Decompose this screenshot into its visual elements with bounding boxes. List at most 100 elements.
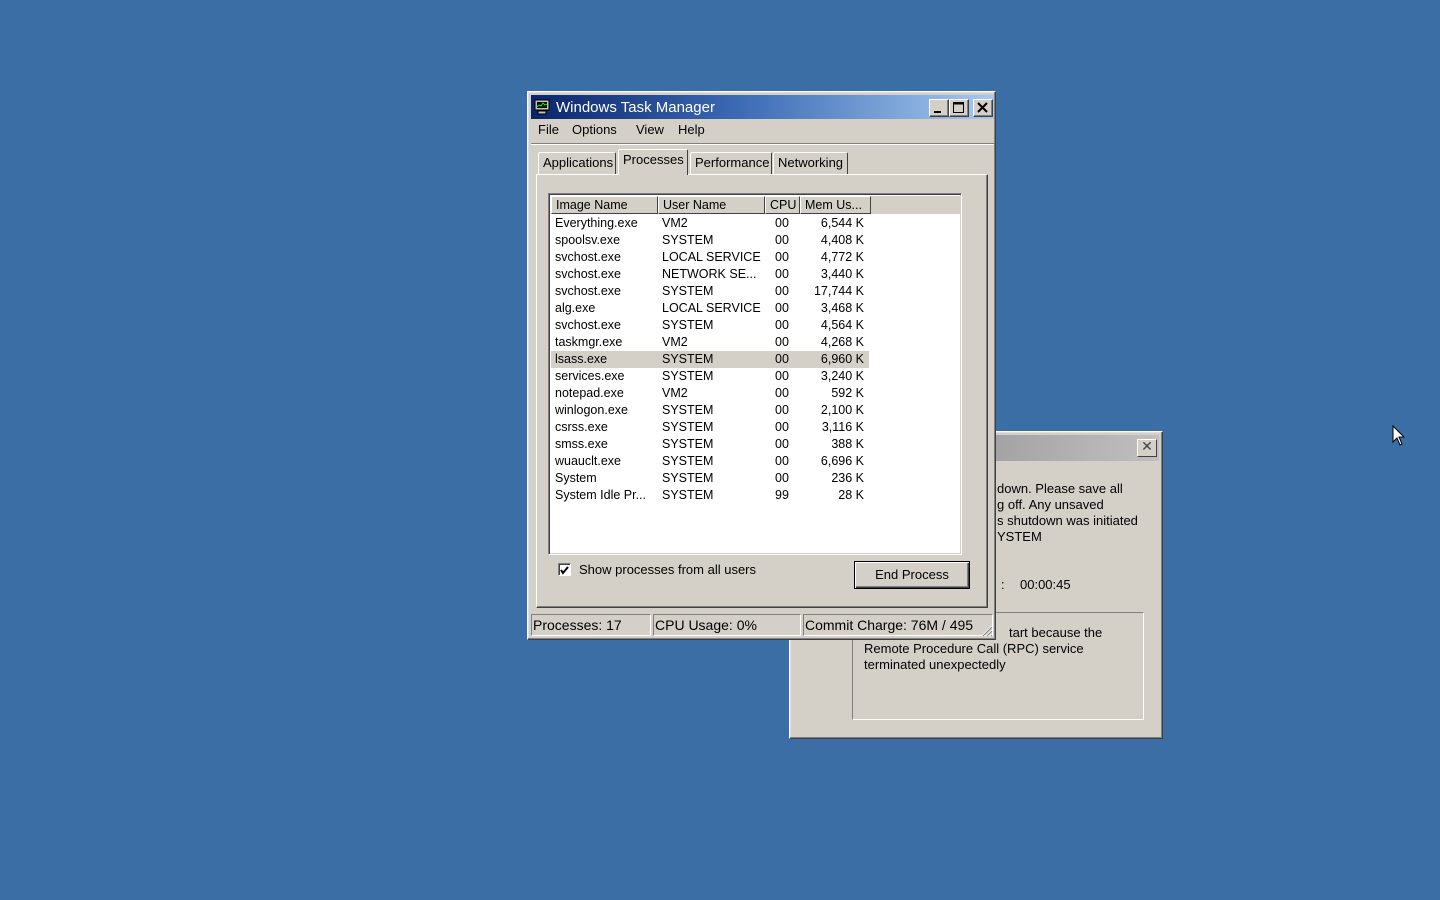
process-cpu: 00 <box>775 471 789 485</box>
process-mem-usage: 17,744 K <box>813 284 864 298</box>
process-cpu: 00 <box>775 352 789 366</box>
process-image-name: Everything.exe <box>555 216 638 230</box>
table-row[interactable]: System SYSTEM 00 236 K <box>551 470 869 487</box>
menu-file[interactable]: File <box>538 122 559 137</box>
process-mem-usage: 6,696 K <box>820 454 864 468</box>
process-user-name: SYSTEM <box>662 318 714 332</box>
column-header-mem-usage[interactable]: Mem Us... <box>800 196 871 214</box>
process-cpu: 00 <box>775 437 789 451</box>
process-mem-usage: 3,116 K <box>821 420 864 434</box>
process-cpu: 00 <box>775 267 789 281</box>
table-row[interactable]: svchost.exe LOCAL SERVICE 00 4,772 K <box>551 249 869 266</box>
process-mem-usage: 592 K <box>831 386 864 400</box>
process-cpu: 00 <box>775 403 789 417</box>
task-manager-icon <box>534 99 550 115</box>
process-user-name: SYSTEM <box>662 284 714 298</box>
process-user-name: VM2 <box>662 335 688 349</box>
process-list[interactable]: Image Name User Name CPU Mem Us... Every… <box>548 193 962 555</box>
status-commit-charge: Commit Charge: 76M / 495 <box>803 614 993 636</box>
menu-help[interactable]: Help <box>678 122 705 137</box>
column-header-cpu[interactable]: CPU <box>765 196 800 214</box>
window-title: Windows Task Manager <box>556 99 715 116</box>
process-image-name: notepad.exe <box>555 386 624 400</box>
process-image-name: svchost.exe <box>555 267 622 281</box>
process-cpu: 00 <box>775 369 789 383</box>
show-all-users-label: Show processes from all users <box>579 562 757 577</box>
process-mem-usage: 4,408 K <box>820 233 864 247</box>
checkmark-icon <box>560 566 569 575</box>
maximize-button[interactable] <box>949 99 969 117</box>
shutdown-dialog-close-button[interactable]: ✕ <box>1137 439 1157 457</box>
table-row[interactable]: services.exe SYSTEM 00 3,240 K <box>551 368 869 385</box>
column-header-image-name[interactable]: Image Name <box>551 196 658 214</box>
table-row[interactable]: notepad.exe VM2 00 592 K <box>551 385 869 402</box>
process-mem-usage: 4,564 K <box>820 318 864 332</box>
process-user-name: SYSTEM <box>662 403 714 417</box>
process-user-name: SYSTEM <box>662 471 714 485</box>
table-row[interactable]: System Idle Pr... SYSTEM 99 28 K <box>551 487 869 504</box>
tab-applications[interactable]: Applications <box>538 152 616 174</box>
minimize-icon <box>934 111 941 113</box>
table-row[interactable]: csrss.exe SYSTEM 00 3,116 K <box>551 419 869 436</box>
table-row[interactable]: alg.exe LOCAL SERVICE 00 3,468 K <box>551 300 869 317</box>
process-user-name: LOCAL SERVICE <box>662 250 761 264</box>
process-cpu: 00 <box>775 318 789 332</box>
close-icon <box>977 102 988 113</box>
process-image-name: csrss.exe <box>555 420 608 434</box>
resize-grip-icon[interactable] <box>979 623 993 637</box>
process-cpu: 00 <box>775 233 789 247</box>
menu-view[interactable]: View <box>636 122 664 137</box>
table-row[interactable]: wuauclt.exe SYSTEM 00 6,696 K <box>551 453 869 470</box>
process-user-name: NETWORK SE... <box>662 267 757 281</box>
process-cpu: 00 <box>775 420 789 434</box>
process-user-name: SYSTEM <box>662 437 714 451</box>
process-image-name: wuauclt.exe <box>555 454 622 468</box>
process-image-name: svchost.exe <box>555 250 622 264</box>
table-row[interactable]: spoolsv.exe SYSTEM 00 4,408 K <box>551 232 869 249</box>
table-row[interactable]: winlogon.exe SYSTEM 00 2,100 K <box>551 402 869 419</box>
table-row[interactable]: svchost.exe SYSTEM 00 17,744 K <box>551 283 869 300</box>
table-row[interactable]: lsass.exe SYSTEM 00 6,960 K <box>551 351 869 368</box>
end-process-button[interactable]: End Process <box>854 561 970 589</box>
close-button[interactable] <box>973 99 993 117</box>
task-manager-window: Windows Task Manager File Options View H… <box>527 91 996 640</box>
tab-performance[interactable]: Performance <box>690 152 772 174</box>
process-mem-usage: 3,240 K <box>820 369 864 383</box>
shutdown-reason-line: Remote Procedure Call (RPC) service <box>864 641 1084 656</box>
table-row[interactable]: taskmgr.exe VM2 00 4,268 K <box>551 334 869 351</box>
shutdown-reason-line: terminated unexpectedly <box>864 657 1006 672</box>
menu-separator <box>531 143 994 145</box>
process-image-name: System <box>555 471 597 485</box>
process-cpu: 00 <box>775 301 789 315</box>
table-row[interactable]: svchost.exe SYSTEM 00 4,564 K <box>551 317 869 334</box>
table-row[interactable]: smss.exe SYSTEM 00 388 K <box>551 436 869 453</box>
task-manager-titlebar[interactable]: Windows Task Manager <box>531 95 994 119</box>
minimize-button[interactable] <box>929 99 949 117</box>
column-header-user-name[interactable]: User Name <box>658 196 765 214</box>
tab-processes[interactable]: Processes <box>618 149 688 175</box>
tab-networking[interactable]: Networking <box>773 152 848 174</box>
process-image-name: lsass.exe <box>555 352 608 366</box>
process-mem-usage: 4,268 K <box>820 335 864 349</box>
process-image-name: winlogon.exe <box>555 403 628 417</box>
process-user-name: VM2 <box>662 386 688 400</box>
checkbox-box[interactable] <box>558 563 571 576</box>
process-mem-usage: 6,544 K <box>820 216 864 230</box>
table-row[interactable]: Everything.exe VM2 00 6,544 K <box>551 215 869 232</box>
process-image-name: taskmgr.exe <box>555 335 623 349</box>
process-cpu: 00 <box>775 335 789 349</box>
menu-options[interactable]: Options <box>572 122 617 137</box>
process-mem-usage: 28 K <box>838 488 864 502</box>
status-cpu-usage: CPU Usage: 0% <box>653 614 801 636</box>
process-user-name: SYSTEM <box>662 454 714 468</box>
process-image-name: spoolsv.exe <box>555 233 621 247</box>
process-cpu: 99 <box>775 488 789 502</box>
process-mem-usage: 3,440 K <box>820 267 864 281</box>
maximize-icon <box>953 102 964 113</box>
process-mem-usage: 388 K <box>831 437 864 451</box>
process-user-name: VM2 <box>662 216 688 230</box>
process-cpu: 00 <box>775 216 789 230</box>
process-cpu: 00 <box>775 454 789 468</box>
table-row[interactable]: svchost.exe NETWORK SE... 00 3,440 K <box>551 266 869 283</box>
column-headers: Image Name User Name CPU Mem Us... <box>551 196 961 214</box>
